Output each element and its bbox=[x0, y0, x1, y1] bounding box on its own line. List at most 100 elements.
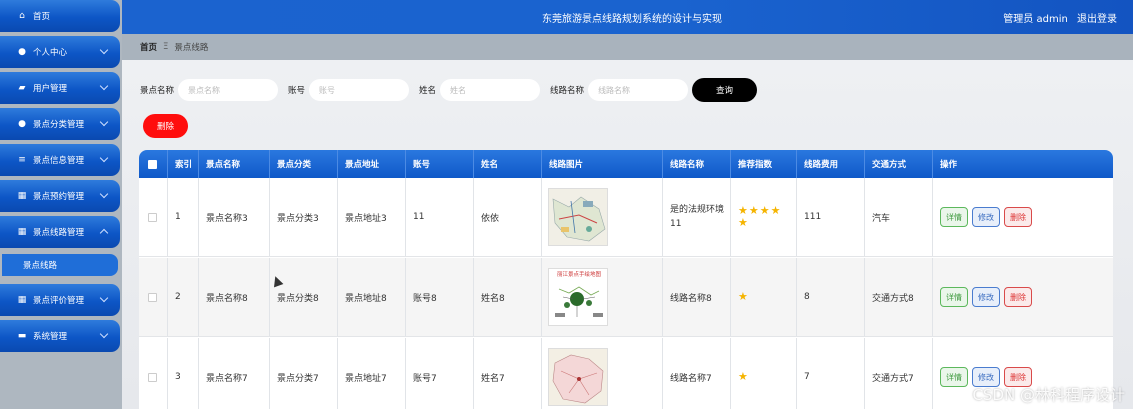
logout-link[interactable]: 退出登录 bbox=[1077, 14, 1117, 25]
cell-address: 景点地址7 bbox=[338, 338, 406, 409]
cell-account: 11 bbox=[406, 178, 474, 256]
admin-label: 管理员 admin bbox=[1003, 14, 1068, 25]
main-content: 景点名称 景点名称 账号 账号 姓名 姓名 线路名称 线路名称 查询 删除 索引… bbox=[122, 60, 1133, 409]
cell-account: 账号8 bbox=[406, 258, 474, 336]
sidebar-item-review-management[interactable]: ▦ 景点评价管理 bbox=[0, 284, 120, 316]
cell-actions: 详情 修改 删除 bbox=[933, 258, 1113, 336]
edit-button[interactable]: 修改 bbox=[972, 287, 1000, 307]
search-label-route-name: 线路名称 bbox=[550, 86, 585, 96]
row-checkbox[interactable] bbox=[148, 372, 157, 382]
search-form: 景点名称 景点名称 账号 账号 姓名 姓名 线路名称 线路名称 bbox=[140, 78, 696, 102]
page-title: 东莞旅游景点线路规划系统的设计与实现 bbox=[542, 14, 722, 25]
users-icon: ▰ bbox=[18, 83, 26, 93]
route-map-image[interactable]: 丽江景点手绘地图 bbox=[548, 268, 608, 326]
home-icon: ⌂ bbox=[19, 11, 25, 21]
watermark: CSDN @林科程序设计 bbox=[972, 386, 1125, 404]
cell-category: 景点分类7 bbox=[270, 338, 338, 409]
sidebar-item-label: 个人中心 bbox=[33, 48, 68, 58]
cell-index: 1 bbox=[168, 178, 199, 256]
header-spot-name: 景点名称 bbox=[199, 150, 270, 178]
cell-route-image bbox=[542, 178, 663, 256]
header-fee: 线路费用 bbox=[797, 150, 865, 178]
sidebar-item-category-management[interactable]: ● 景点分类管理 bbox=[0, 108, 120, 140]
sidebar-item-label: 景点信息管理 bbox=[33, 156, 85, 166]
table-row: 3 景点名称7 景点分类7 景点地址7 账号7 姓名7 线路名称7 ★ 7 交通 bbox=[139, 338, 1113, 409]
table-icon: ▦ bbox=[17, 295, 27, 305]
chevron-down-icon bbox=[99, 293, 109, 303]
header-person: 姓名 bbox=[474, 150, 542, 178]
search-label-person: 姓名 bbox=[419, 86, 437, 96]
cell-route-name: 是的法规环境11 bbox=[663, 178, 731, 256]
cell-account: 账号7 bbox=[406, 338, 474, 409]
cell-index: 2 bbox=[168, 258, 199, 336]
breadcrumb-home[interactable]: 首页 bbox=[140, 41, 157, 53]
row-select[interactable] bbox=[139, 258, 168, 336]
sidebar-item-route-management[interactable]: ▦ 景点线路管理 bbox=[0, 216, 120, 248]
chevron-down-icon bbox=[99, 117, 109, 127]
monitor-icon: ▬ bbox=[17, 331, 27, 341]
route-map-image[interactable] bbox=[548, 348, 608, 406]
header-index: 索引 bbox=[168, 150, 199, 178]
table-row: 1 景点名称3 景点分类3 景点地址3 11 依依 是的法规环境11 ★★★★★… bbox=[139, 178, 1113, 257]
sidebar-subitem-route[interactable]: 景点线路 bbox=[2, 254, 118, 276]
cell-index: 3 bbox=[168, 338, 199, 409]
search-input-spot-name[interactable]: 景点名称 bbox=[178, 79, 279, 101]
cell-fee: 111 bbox=[797, 178, 865, 256]
search-input-person[interactable]: 姓名 bbox=[440, 79, 541, 101]
select-all-checkbox[interactable] bbox=[148, 159, 157, 169]
chevron-down-icon bbox=[99, 153, 109, 163]
chevron-down-icon bbox=[99, 329, 109, 339]
query-button[interactable]: 查询 bbox=[692, 78, 757, 102]
cell-fee: 8 bbox=[797, 258, 865, 336]
cell-spot-name: 景点名称8 bbox=[199, 258, 270, 336]
detail-button[interactable]: 详情 bbox=[940, 367, 968, 387]
cell-transport: 交通方式8 bbox=[865, 258, 933, 336]
header-transport: 交通方式 bbox=[865, 150, 933, 178]
delete-button[interactable]: 删除 bbox=[1004, 207, 1032, 227]
sidebar-item-system-management[interactable]: ▬ 系统管理 bbox=[0, 320, 120, 352]
header-category: 景点分类 bbox=[270, 150, 338, 178]
cell-route-image bbox=[542, 338, 663, 409]
cell-rating: ★ bbox=[731, 258, 797, 336]
header-address: 景点地址 bbox=[338, 150, 406, 178]
person-icon: ● bbox=[18, 119, 26, 129]
sidebar-item-user-management[interactable]: ▰ 用户管理 bbox=[0, 72, 120, 104]
detail-button[interactable]: 详情 bbox=[940, 207, 968, 227]
cell-person: 姓名7 bbox=[474, 338, 542, 409]
search-input-route-name[interactable]: 线路名称 bbox=[588, 79, 689, 101]
sidebar-item-personal-center[interactable]: ● 个人中心 bbox=[0, 36, 120, 68]
edit-button[interactable]: 修改 bbox=[972, 207, 1000, 227]
route-table: 索引 景点名称 景点分类 景点地址 账号 姓名 线路图片 线路名称 推荐指数 线… bbox=[139, 150, 1113, 409]
cell-actions: 详情 修改 删除 bbox=[933, 178, 1113, 256]
user-area: 管理员 admin 退出登录 bbox=[1003, 10, 1117, 25]
search-input-account[interactable]: 账号 bbox=[309, 79, 410, 101]
header-select-all[interactable] bbox=[139, 150, 168, 178]
sidebar-item-label: 景点线路管理 bbox=[33, 228, 85, 238]
sidebar-item-home[interactable]: ⌂ 首页 bbox=[0, 0, 120, 32]
row-select[interactable] bbox=[139, 178, 168, 256]
row-checkbox[interactable] bbox=[148, 292, 157, 302]
sidebar-item-spot-info-management[interactable]: ≡ 景点信息管理 bbox=[0, 144, 120, 176]
row-select[interactable] bbox=[139, 338, 168, 409]
cell-fee: 7 bbox=[797, 338, 865, 409]
cell-person: 姓名8 bbox=[474, 258, 542, 336]
cell-route-image: 丽江景点手绘地图 bbox=[542, 258, 663, 336]
detail-button[interactable]: 详情 bbox=[940, 287, 968, 307]
table-header: 索引 景点名称 景点分类 景点地址 账号 姓名 线路图片 线路名称 推荐指数 线… bbox=[139, 150, 1113, 178]
cell-rating: ★★★★★ bbox=[731, 178, 797, 256]
cell-route-name: 线路名称8 bbox=[663, 258, 731, 336]
cell-address: 景点地址8 bbox=[338, 258, 406, 336]
sidebar-item-label: 首页 bbox=[33, 12, 51, 22]
row-checkbox[interactable] bbox=[148, 212, 157, 222]
cell-rating: ★ bbox=[731, 338, 797, 409]
route-map-image[interactable] bbox=[548, 188, 608, 246]
sidebar-item-label: 用户管理 bbox=[33, 84, 68, 94]
sidebar-item-label: 景点分类管理 bbox=[33, 120, 85, 130]
rating-stars: ★ bbox=[738, 370, 749, 383]
cell-person: 依依 bbox=[474, 178, 542, 256]
header-route-name: 线路名称 bbox=[663, 150, 731, 178]
delete-button[interactable]: 删除 bbox=[1004, 287, 1032, 307]
sidebar-item-booking-management[interactable]: ▦ 景点预约管理 bbox=[0, 180, 120, 212]
batch-delete-button[interactable]: 删除 bbox=[143, 114, 188, 138]
header-route-image: 线路图片 bbox=[542, 150, 663, 178]
